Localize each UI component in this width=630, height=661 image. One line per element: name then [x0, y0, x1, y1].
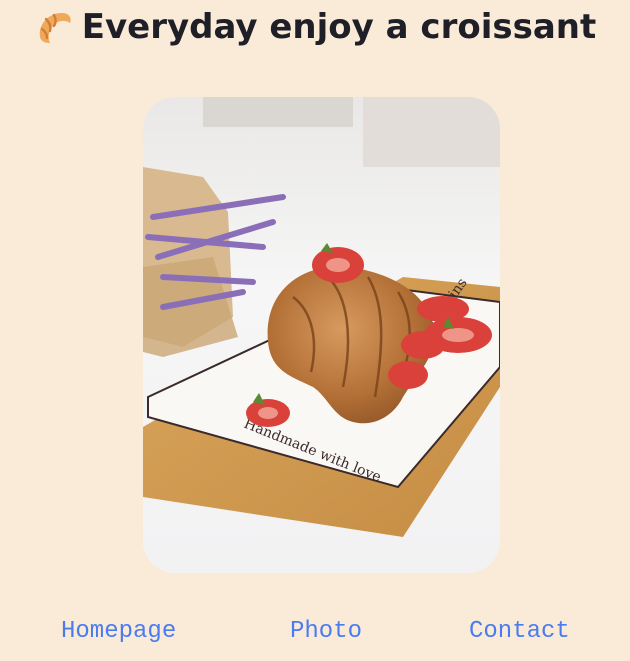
page: Everyday enjoy a croissant Handmade with…: [0, 0, 630, 661]
nav-link-homepage[interactable]: Homepage: [61, 612, 176, 652]
bottom-nav: Homepage Photo Contact: [0, 612, 630, 652]
nav-link-photo[interactable]: Photo: [290, 612, 362, 652]
croissant-icon: [34, 7, 74, 47]
page-title: Everyday enjoy a croissant: [81, 7, 597, 47]
header: Everyday enjoy a croissant: [0, 0, 630, 54]
nav-link-contact[interactable]: Contact: [469, 612, 570, 652]
croissant-photo: Handmade with love where our story begin…: [143, 97, 500, 573]
